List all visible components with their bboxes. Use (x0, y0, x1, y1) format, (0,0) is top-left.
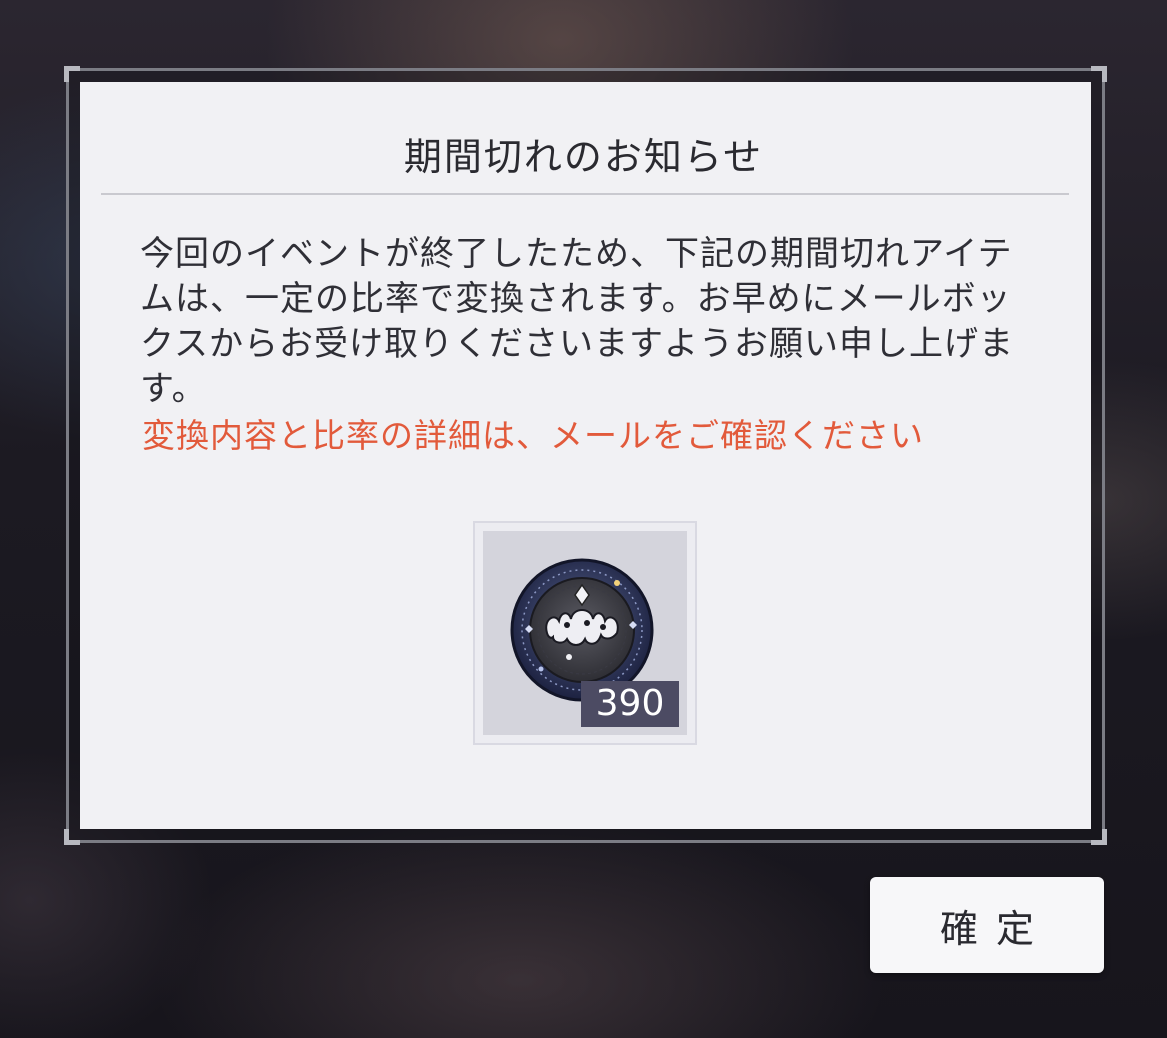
item-slot-background: 390 (483, 531, 687, 735)
frame-corner-bottom-left (64, 829, 80, 845)
title-divider (101, 193, 1069, 195)
confirm-button[interactable]: 確定 (870, 877, 1104, 973)
frame-corner-top-right (1091, 66, 1107, 82)
item-count: 390 (581, 681, 679, 727)
frame-corner-bottom-right (1091, 829, 1107, 845)
dialog-title: 期間切れのお知らせ (403, 135, 764, 179)
item-slot[interactable]: 390 (473, 521, 697, 745)
conversion-warning: 変換内容と比率の詳細は、メールをご確認ください (142, 416, 924, 455)
frame-corner-top-left (64, 66, 80, 82)
expiry-message: 今回のイベントが終了したため、下記の期間切れアイテムは、一定の比率で変換されます… (140, 234, 1014, 409)
